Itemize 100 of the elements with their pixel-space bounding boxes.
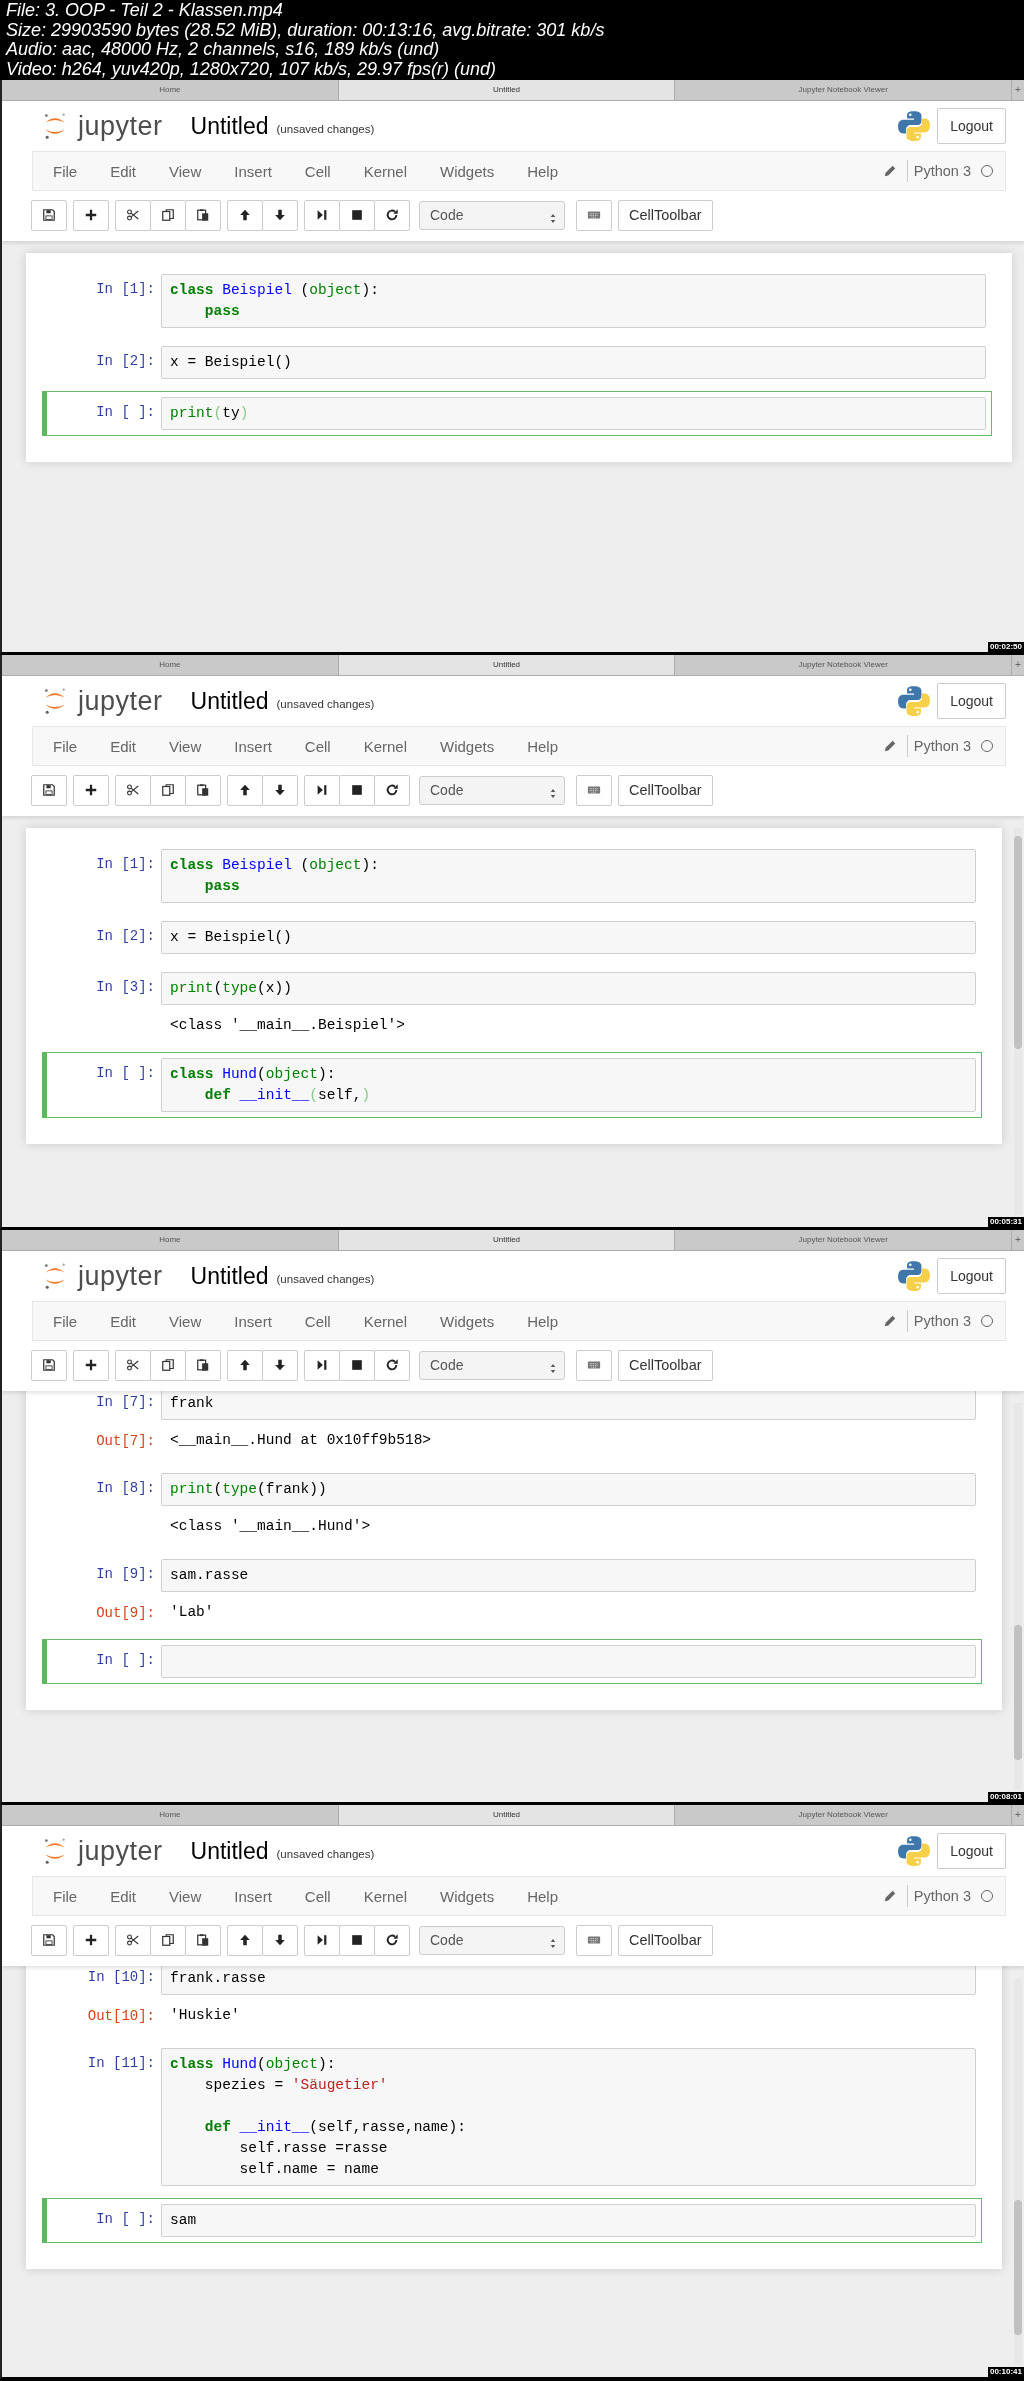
scrollbar[interactable] (1014, 1978, 1022, 2365)
scissors-button[interactable] (115, 1349, 151, 1381)
step-forward-button[interactable] (304, 774, 340, 806)
notebook-title[interactable]: Untitled (190, 112, 269, 140)
code-input[interactable]: frank.rasse (161, 1966, 976, 1995)
browser-tab[interactable]: Untitled (338, 1230, 676, 1250)
menu-item[interactable]: Widgets (440, 737, 495, 755)
browser-tab[interactable]: Jupyter Notebook Viewer (675, 1805, 1012, 1825)
copy-button[interactable] (150, 1349, 186, 1381)
plus-button[interactable] (73, 1349, 109, 1381)
cell-toolbar-button[interactable]: CellToolbar (618, 1924, 713, 1956)
code-input[interactable]: class Hund(object): spezies = 'Säugetier' def __init__(self,rasse,name): self.rasse =rasse self.name = name (161, 2048, 976, 2186)
code-input[interactable]: print(type(frank)) (161, 1473, 976, 1506)
code-cell[interactable]: In [9]: sam.rasse Out[9]: 'Lab' (42, 1553, 982, 1633)
stop-button[interactable] (339, 774, 375, 806)
menu-item[interactable]: Kernel (363, 162, 407, 180)
menu-item[interactable]: Help (527, 162, 559, 180)
logout-button[interactable]: Logout (937, 1833, 1006, 1869)
arrow-down-button[interactable] (262, 774, 298, 806)
menu-item[interactable]: View (169, 737, 202, 755)
menu-item[interactable]: File (53, 162, 78, 180)
code-input[interactable]: x = Beispiel() (161, 921, 976, 954)
menu-item[interactable]: Cell (304, 1312, 331, 1330)
browser-tab[interactable]: Jupyter Notebook Viewer (675, 655, 1012, 675)
scissors-button[interactable] (115, 774, 151, 806)
scrollbar[interactable] (1014, 1403, 1022, 1790)
menu-item[interactable]: File (53, 1312, 78, 1330)
restart-button[interactable] (374, 1349, 410, 1381)
menu-item[interactable]: Edit (110, 1312, 137, 1330)
save-button[interactable] (31, 1924, 67, 1956)
menu-item[interactable]: Widgets (440, 162, 495, 180)
pencil-icon[interactable] (882, 164, 897, 178)
step-forward-button[interactable] (304, 1349, 340, 1381)
browser-tab[interactable]: Home (2, 1805, 339, 1825)
browser-tab[interactable]: Untitled (338, 1805, 676, 1825)
menu-item[interactable]: Edit (110, 737, 137, 755)
logout-button[interactable]: Logout (937, 108, 1006, 144)
keyboard-button[interactable] (576, 199, 612, 231)
code-input[interactable]: print(ty) (161, 397, 986, 430)
menu-item[interactable]: Widgets (440, 1312, 495, 1330)
menu-item[interactable]: Insert (234, 737, 272, 755)
arrow-down-button[interactable] (262, 1924, 298, 1956)
menu-item[interactable]: Cell (304, 162, 331, 180)
cell-toolbar-button[interactable]: CellToolbar (618, 199, 713, 231)
menu-item[interactable]: Insert (234, 1312, 272, 1330)
browser-tab[interactable]: Home (2, 80, 339, 100)
menu-item[interactable]: Cell (304, 1887, 331, 1905)
plus-button[interactable] (73, 199, 109, 231)
cell-toolbar-button[interactable]: CellToolbar (618, 1349, 713, 1381)
clipboard-button[interactable] (185, 774, 221, 806)
arrow-up-button[interactable] (227, 1924, 263, 1956)
scissors-button[interactable] (115, 199, 151, 231)
code-cell[interactable]: In [3]: print(type(x)) <class '__main__.Beispiel'> (42, 966, 982, 1046)
browser-tab[interactable]: Jupyter Notebook Viewer (675, 80, 1012, 100)
arrow-up-button[interactable] (227, 199, 263, 231)
copy-button[interactable] (150, 774, 186, 806)
menu-item[interactable]: File (53, 1887, 78, 1905)
keyboard-button[interactable] (576, 1349, 612, 1381)
clipboard-button[interactable] (185, 1924, 221, 1956)
cell-type-select[interactable]: Code (419, 775, 565, 805)
scrollbar[interactable] (1014, 828, 1022, 1215)
code-cell[interactable]: In [1]: class Beispiel (object): pass (42, 843, 982, 909)
code-input[interactable]: frank (161, 1391, 976, 1420)
plus-button[interactable] (73, 1924, 109, 1956)
stop-button[interactable] (339, 1349, 375, 1381)
menu-item[interactable]: Kernel (363, 1887, 407, 1905)
pencil-icon[interactable] (882, 739, 897, 753)
notebook-title[interactable]: Untitled (190, 687, 269, 715)
code-cell[interactable]: In [ ]: sam (42, 2198, 982, 2243)
code-cell[interactable]: In [ ]: print(ty) (42, 391, 992, 436)
code-cell[interactable]: In [1]: class Beispiel (object): pass (42, 268, 992, 334)
code-input[interactable]: class Beispiel (object): pass (161, 849, 976, 903)
menu-item[interactable]: Widgets (440, 1887, 495, 1905)
browser-tab[interactable]: Home (2, 655, 339, 675)
restart-button[interactable] (374, 774, 410, 806)
arrow-up-button[interactable] (227, 1349, 263, 1381)
copy-button[interactable] (150, 1924, 186, 1956)
menu-item[interactable]: Help (527, 1887, 559, 1905)
notebook-title[interactable]: Untitled (190, 1262, 269, 1290)
save-button[interactable] (31, 774, 67, 806)
scissors-button[interactable] (115, 1924, 151, 1956)
logout-button[interactable]: Logout (937, 1258, 1006, 1294)
stop-button[interactable] (339, 199, 375, 231)
menu-item[interactable]: View (169, 162, 202, 180)
notebook-title[interactable]: Untitled (190, 1837, 269, 1865)
code-input[interactable]: sam.rasse (161, 1559, 976, 1592)
restart-button[interactable] (374, 199, 410, 231)
clipboard-button[interactable] (185, 199, 221, 231)
cell-type-select[interactable]: Code (419, 1350, 565, 1380)
code-input[interactable]: sam (161, 2204, 976, 2237)
code-cell[interactable]: In [ ]: (42, 1639, 982, 1684)
menu-item[interactable]: Edit (110, 162, 137, 180)
code-cell[interactable]: In [8]: print(type(frank)) <class '__main__.Hund'> (42, 1467, 982, 1547)
menu-item[interactable]: View (169, 1312, 202, 1330)
browser-tab[interactable]: Untitled (338, 80, 676, 100)
plus-button[interactable] (73, 774, 109, 806)
menu-item[interactable]: File (53, 737, 78, 755)
code-input[interactable]: x = Beispiel() (161, 346, 986, 379)
cell-type-select[interactable]: Code (419, 200, 565, 230)
cell-type-select[interactable]: Code (419, 1925, 565, 1955)
